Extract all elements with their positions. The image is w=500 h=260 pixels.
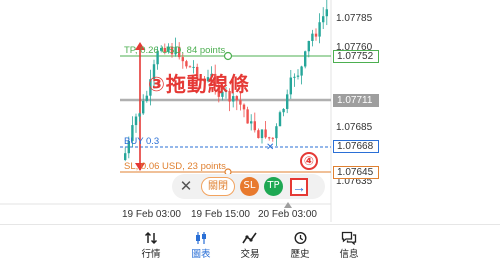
nav-item-quotes[interactable]: 行情	[126, 231, 176, 260]
candle-body	[239, 100, 242, 105]
candle-body	[307, 40, 310, 52]
candle-body	[300, 66, 303, 76]
candle-body	[325, 9, 328, 17]
sl-button[interactable]: SL	[240, 177, 259, 196]
tp-line-label[interactable]: TP, 0.26 USD, 84 points	[124, 45, 225, 56]
candle-body	[296, 75, 300, 77]
buy-line-label[interactable]: BUY 0.3	[124, 136, 159, 147]
candle-body	[282, 108, 285, 113]
step-number-badge: ④	[300, 152, 318, 170]
sl-line-label[interactable]: SL, 0.06 USD, 23 points	[124, 161, 226, 172]
price-tick: 1.07785	[336, 13, 373, 24]
sl-price-tag: 1.07645	[333, 166, 379, 179]
confirm-arrow-button[interactable]: →	[290, 177, 308, 196]
chat-icon	[324, 231, 374, 246]
close-icon[interactable]: ✕	[176, 174, 196, 199]
nav-item-chart[interactable]: 圖表	[176, 231, 226, 260]
nav-item-messages[interactable]: 信息	[324, 231, 374, 260]
time-tick: 20 Feb 03:00	[258, 209, 317, 220]
candle-body	[286, 94, 289, 109]
candle-body	[260, 129, 264, 139]
entry-price-tag: 1.07668	[333, 140, 379, 153]
candle-body	[275, 126, 278, 139]
time-tick: 19 Feb 15:00	[191, 209, 250, 220]
nav-label: 歷史	[290, 249, 310, 260]
bottom-navigation: 行情 圖表 交易 歷史 信息	[0, 224, 500, 260]
trend-line-icon	[225, 231, 275, 245]
candle-body	[264, 129, 267, 138]
nav-label: 行情	[141, 249, 161, 260]
nav-label: 圖表	[191, 249, 211, 260]
close-position-button[interactable]: 關閉	[201, 177, 235, 196]
candle-body	[185, 61, 188, 67]
candlestick-icon	[176, 231, 226, 245]
candle-body	[278, 112, 282, 127]
candle-body	[304, 51, 307, 67]
chart-area[interactable]: ✕ 1.07785 1.07760 1.07685 1.07635 1.0775…	[0, 0, 500, 222]
candle-body	[242, 104, 246, 110]
candle-body	[314, 33, 318, 37]
history-icon	[275, 231, 325, 245]
nav-label: 信息	[339, 249, 359, 260]
candle-body	[257, 130, 260, 139]
candle-body	[138, 113, 141, 117]
candle-body	[134, 116, 138, 126]
nav-label: 交易	[240, 249, 260, 260]
tp-line-handle	[223, 51, 233, 61]
arrows-updown-icon	[126, 231, 176, 245]
current-price-tag: 1.07711	[333, 94, 379, 107]
candle-body	[318, 22, 321, 37]
tp-button[interactable]: TP	[264, 177, 283, 196]
crosshair-marker: ✕	[266, 142, 274, 153]
candle-body	[142, 100, 145, 114]
candle-body	[293, 76, 296, 78]
candle-body	[253, 121, 256, 131]
scroll-indicator	[284, 202, 292, 208]
order-edit-bar: ✕ 關閉 SL TP →	[172, 174, 325, 199]
candle-body	[289, 77, 292, 95]
candle-body	[246, 109, 249, 124]
candle-body	[181, 57, 184, 62]
nav-item-history[interactable]: 歷史	[275, 231, 325, 260]
candle-body	[311, 33, 314, 41]
candle-body	[268, 137, 271, 139]
annotation-title: ③拖動線條	[148, 72, 250, 96]
candle-body	[271, 137, 274, 139]
candle-body	[322, 16, 325, 23]
time-tick: 19 Feb 03:00	[122, 209, 181, 220]
candle-body	[124, 153, 127, 160]
nav-item-trade[interactable]: 交易	[225, 231, 275, 260]
tp-price-tag: 1.07752	[333, 50, 379, 63]
price-tick: 1.07685	[336, 122, 373, 133]
candle-body	[250, 121, 253, 124]
